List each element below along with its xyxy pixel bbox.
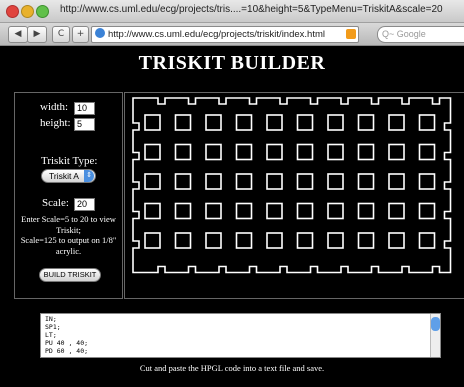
triskit-hole bbox=[174, 143, 192, 161]
scrollbar-thumb[interactable] bbox=[431, 317, 440, 331]
triskit-hole bbox=[144, 232, 161, 249]
triskit-hole bbox=[174, 114, 192, 131]
page-title: TRISKIT BUILDER bbox=[138, 52, 326, 74]
triskit-preview-panel bbox=[124, 92, 464, 299]
triskit-hole bbox=[235, 202, 253, 220]
height-label: height: bbox=[40, 117, 71, 129]
triskit-hole bbox=[418, 114, 436, 131]
triskit-hole bbox=[266, 143, 283, 161]
triskit-hole bbox=[205, 232, 222, 249]
triskit-hole bbox=[235, 114, 253, 131]
height-input[interactable]: 5 bbox=[74, 118, 95, 131]
triskit-hole bbox=[266, 173, 283, 190]
triskit-hole bbox=[235, 143, 253, 161]
triskit-hole bbox=[388, 114, 405, 131]
triskit-hole bbox=[205, 114, 222, 131]
triskit-hole bbox=[327, 173, 344, 190]
hpgl-code-text: IN; SP1; LT; PU 40 , 40; PD 60 , 40; bbox=[41, 314, 440, 356]
maximize-window-icon[interactable] bbox=[36, 5, 49, 18]
build-triskit-button[interactable]: BUILD TRISKIT bbox=[39, 268, 101, 282]
select-arrow-icon: ⇕ bbox=[84, 170, 94, 182]
add-bookmark-button[interactable]: + bbox=[72, 26, 89, 43]
type-select[interactable]: Triskit A ⇕ bbox=[41, 169, 96, 183]
triskit-hole bbox=[205, 202, 222, 220]
close-window-icon[interactable] bbox=[6, 5, 19, 18]
code-line: PD 60 , 40; bbox=[45, 347, 89, 355]
search-placeholder: Q~ Google bbox=[382, 29, 426, 39]
scale-input[interactable]: 20 bbox=[74, 198, 95, 211]
triskit-hole bbox=[174, 232, 192, 249]
triskit-hole bbox=[327, 114, 344, 131]
browser-toolbar: ◀ ▶ C + http://www.cs.uml.edu/ecg/projec… bbox=[0, 23, 464, 46]
triskit-hole bbox=[296, 202, 314, 220]
address-bar[interactable]: http://www.cs.uml.edu/ecg/projects/trisk… bbox=[91, 26, 359, 43]
width-label: width: bbox=[40, 101, 69, 113]
type-select-value: Triskit A bbox=[49, 171, 79, 181]
note-line: acrylic. bbox=[55, 245, 82, 256]
width-input[interactable]: 10 bbox=[74, 102, 95, 115]
triskit-hole bbox=[174, 202, 192, 220]
scale-instructions: Enter Scale=5 to 20 to view Triskit; Sca… bbox=[15, 214, 122, 256]
code-scrollbar[interactable] bbox=[430, 314, 440, 357]
triskit-hole bbox=[388, 143, 405, 161]
triskit-hole bbox=[357, 114, 375, 131]
triskit-hole bbox=[357, 232, 375, 249]
triskit-hole bbox=[418, 232, 436, 249]
window-titlebar: http://www.cs.uml.edu/ecg/projects/tris.… bbox=[0, 0, 464, 23]
window-title: http://www.cs.uml.edu/ecg/projects/tris.… bbox=[60, 4, 443, 15]
triskit-hole bbox=[357, 143, 375, 161]
triskit-hole bbox=[144, 202, 161, 220]
control-panel: width: 10 height: 5 Triskit Type: Triski… bbox=[14, 92, 123, 299]
triskit-hole bbox=[418, 143, 436, 161]
search-input[interactable]: Q~ Google bbox=[377, 26, 464, 43]
address-url: http://www.cs.uml.edu/ecg/projects/trisk… bbox=[108, 29, 325, 40]
triskit-hole bbox=[327, 143, 344, 161]
triskit-hole bbox=[266, 202, 283, 220]
back-button[interactable]: ◀ bbox=[8, 26, 28, 43]
triskit-hole bbox=[266, 232, 283, 249]
code-line: PU 40 , 40; bbox=[45, 339, 89, 347]
code-line: IN; bbox=[45, 315, 57, 323]
hpgl-code-textarea[interactable]: IN; SP1; LT; PU 40 , 40; PD 60 , 40; bbox=[40, 313, 441, 358]
triskit-hole bbox=[327, 202, 344, 220]
globe-icon bbox=[95, 28, 105, 38]
triskit-hole bbox=[418, 173, 436, 190]
triskit-hole bbox=[205, 143, 222, 161]
code-line: LT; bbox=[45, 331, 57, 339]
scale-label: Scale: bbox=[42, 197, 69, 209]
triskit-hole bbox=[296, 232, 314, 249]
note-line: Enter Scale=5 to 20 to view bbox=[21, 214, 116, 224]
triskit-hole bbox=[235, 232, 253, 249]
triskit-hole bbox=[144, 143, 161, 161]
triskit-hole bbox=[388, 173, 405, 190]
triskit-hole bbox=[296, 143, 314, 161]
note-line: Triskit; bbox=[56, 224, 81, 235]
triskit-preview bbox=[132, 97, 452, 274]
triskit-hole bbox=[388, 232, 405, 249]
triskit-hole bbox=[296, 114, 314, 131]
triskit-hole bbox=[296, 173, 314, 190]
note-line: Scale=125 to output on 1/8" bbox=[20, 235, 117, 245]
forward-button[interactable]: ▶ bbox=[27, 26, 47, 43]
triskit-hole bbox=[357, 202, 375, 220]
triskit-hole bbox=[418, 202, 436, 220]
instructions-caption: Cut and paste the HPGL code into a text … bbox=[139, 363, 325, 373]
triskit-hole bbox=[327, 232, 344, 249]
code-line: SP1; bbox=[45, 323, 61, 331]
triskit-hole bbox=[144, 173, 161, 190]
triskit-hole bbox=[388, 202, 405, 220]
triskit-hole bbox=[205, 173, 222, 190]
reload-button[interactable]: C bbox=[52, 26, 70, 43]
triskit-hole bbox=[266, 114, 283, 131]
triskit-hole bbox=[357, 173, 375, 190]
rss-icon[interactable] bbox=[346, 29, 356, 39]
type-label: Triskit Type: bbox=[41, 155, 98, 167]
triskit-hole bbox=[235, 173, 253, 190]
minimize-window-icon[interactable] bbox=[21, 5, 34, 18]
triskit-outline bbox=[132, 97, 452, 274]
triskit-hole bbox=[174, 173, 192, 190]
triskit-hole bbox=[144, 114, 161, 131]
